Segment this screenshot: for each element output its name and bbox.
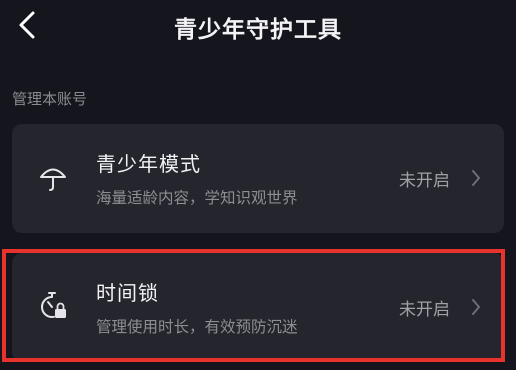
umbrella-icon [40, 168, 66, 191]
time-lock-item[interactable]: 时间锁 管理使用时长，有效预防沉迷 未开启 [12, 253, 504, 362]
time-lock-title: 时间锁 [96, 281, 159, 305]
time-lock-subtitle: 管理使用时长，有效预防沉迷 [96, 318, 298, 336]
timer-lock-icon [41, 292, 66, 318]
section-label: 管理本账号 [12, 90, 88, 108]
teen-mode-title: 青少年模式 [96, 152, 201, 176]
header: 青少年守护工具 [0, 0, 516, 54]
screen: 青少年守护工具 管理本账号 青少年模式 海量适龄内容，学知识观世界 未开启 时间… [0, 0, 516, 370]
chevron-right-icon [472, 299, 480, 315]
time-lock-status: 未开启 [399, 300, 450, 320]
chevron-right-icon [472, 170, 480, 186]
page-title: 青少年守护工具 [174, 17, 342, 43]
teen-mode-item[interactable]: 青少年模式 海量适龄内容，学知识观世界 未开启 [12, 124, 504, 233]
teen-mode-subtitle: 海量适龄内容，学知识观世界 [96, 189, 298, 207]
teen-mode-status: 未开启 [399, 171, 450, 191]
